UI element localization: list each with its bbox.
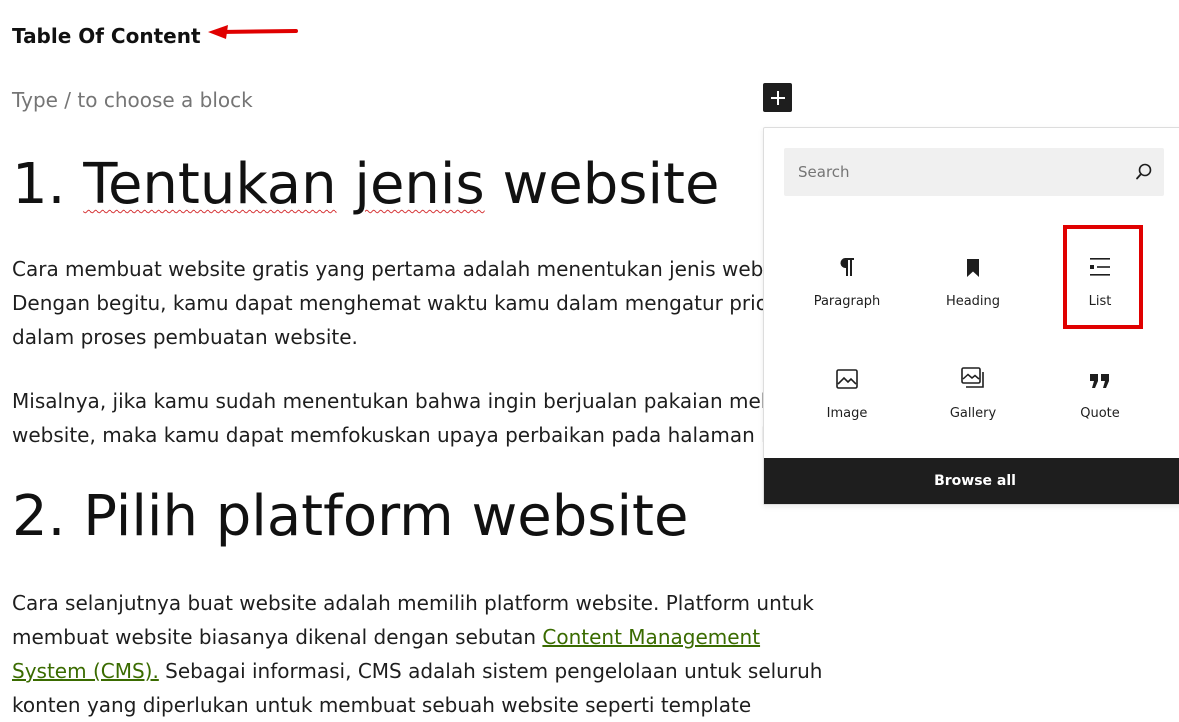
block-label-image: Image — [826, 406, 868, 421]
block-placeholder[interactable]: Type / to choose a block — [12, 88, 253, 112]
paragraph-3[interactable]: Cara selanjutnya buat website adalah mem… — [12, 586, 822, 722]
block-label-list: List — [1088, 294, 1112, 309]
heading-1-number: 1. — [12, 152, 66, 217]
quote-icon — [1089, 350, 1111, 390]
block-label-quote: Quote — [1080, 406, 1120, 421]
paragraph-3-line-4: konten yang diperlukan untuk membuat seb… — [12, 693, 752, 717]
search-icon[interactable] — [1124, 162, 1164, 182]
paragraph-2[interactable]: Misalnya, jika kamu sudah menentukan bah… — [12, 384, 823, 452]
block-item-paragraph[interactable]: Paragraph — [787, 228, 907, 324]
block-search-input[interactable] — [784, 147, 1124, 197]
list-icon — [1088, 238, 1112, 278]
block-item-quote[interactable]: Quote — [1040, 340, 1160, 436]
paragraph-2-line-1: Misalnya, jika kamu sudah menentukan bah… — [12, 389, 803, 413]
heading-2[interactable]: 2. Pilih platform website — [12, 484, 688, 549]
block-label-gallery: Gallery — [949, 406, 997, 421]
block-search — [784, 147, 1164, 197]
paragraph-3-line-1: Cara selanjutnya buat website adalah mem… — [12, 591, 814, 615]
gallery-icon — [960, 350, 986, 390]
block-label-heading: Heading — [945, 294, 1001, 309]
bookmark-icon — [965, 238, 981, 278]
browse-all-label: Browse all — [934, 473, 1016, 489]
heading-1-word-tentukan: Tentukan — [83, 152, 337, 217]
image-icon — [835, 350, 859, 390]
paragraph-1[interactable]: Cara membuat website gratis yang pertama… — [12, 252, 812, 354]
paragraph-1-line-3: dalam proses pembuatan website. — [12, 325, 358, 349]
add-block-button[interactable] — [763, 83, 792, 112]
red-arrow-annotation — [208, 25, 298, 39]
cms-link-part-1: Content Management — [542, 625, 761, 649]
block-label-paragraph: Paragraph — [813, 294, 881, 309]
paragraph-2-line-2: website, maka kamu dapat memfokuskan upa… — [12, 423, 823, 447]
paragraph-icon — [837, 238, 857, 278]
plus-icon — [770, 90, 785, 105]
heading-1[interactable]: 1. Tentukan jenis website — [12, 152, 719, 217]
heading-1-word-jenis: jenis — [354, 152, 485, 217]
cms-link-part-2: System (CMS). — [12, 659, 159, 683]
block-item-image[interactable]: Image — [787, 340, 907, 436]
block-item-heading[interactable]: Heading — [913, 228, 1033, 324]
block-item-list[interactable]: List — [1040, 228, 1160, 324]
toc-title: Table Of Content — [12, 24, 201, 48]
paragraph-3-line-2-text: membuat website biasanya dikenal dengan … — [12, 625, 543, 649]
block-item-gallery[interactable]: Gallery — [913, 340, 1033, 436]
browse-all-button[interactable]: Browse all — [764, 458, 1179, 504]
paragraph-1-line-2: Dengan begitu, kamu dapat menghemat wakt… — [12, 291, 813, 315]
paragraph-1-line-1: Cara membuat website gratis yang pertama… — [12, 257, 806, 281]
block-inserter-popover: Paragraph Heading List Image — [763, 127, 1179, 505]
heading-1-word-website: website — [502, 152, 720, 217]
paragraph-3-line-3-text: Sebagai informasi, CMS adalah sistem pen… — [158, 659, 823, 683]
